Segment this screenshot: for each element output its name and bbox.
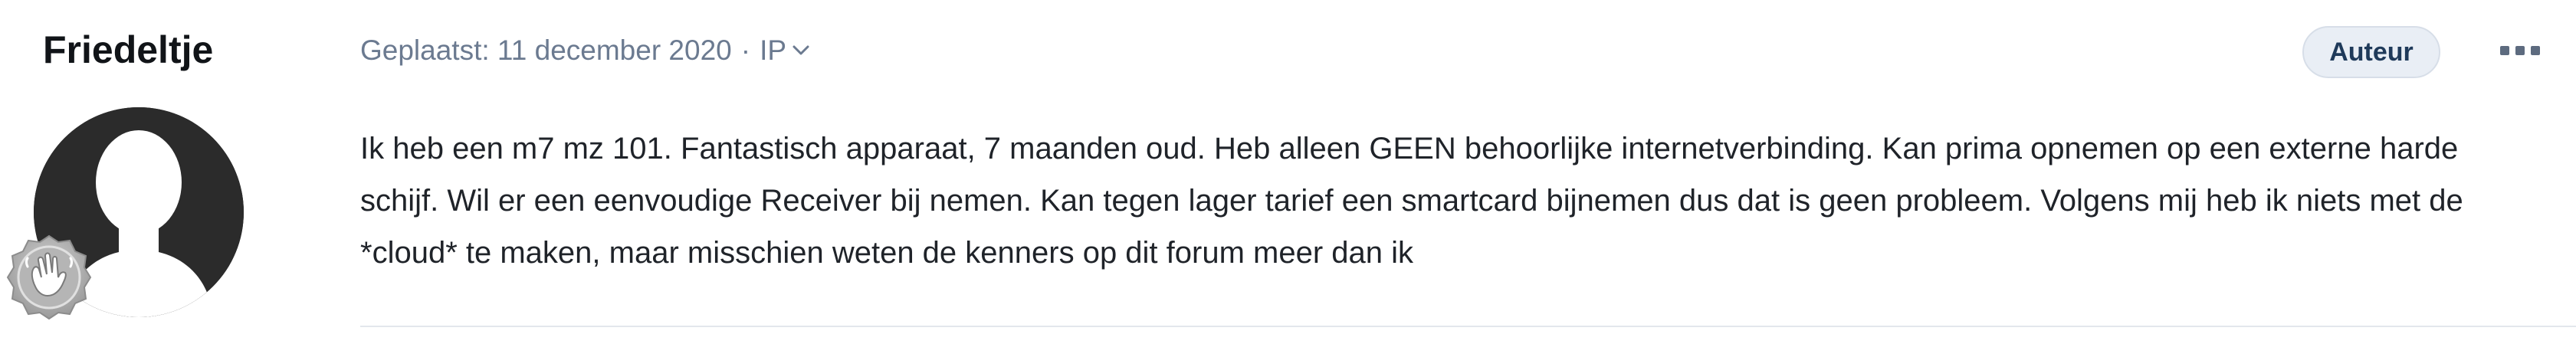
post-body-line: schijf. Wil er een eenvoudige Receiver b… [360, 184, 2463, 218]
rank-badge [5, 233, 94, 322]
meta-separator: · [740, 34, 751, 66]
post-body-line: *cloud* te maken, maar misschien weten d… [360, 236, 1414, 270]
ellipsis-icon [2500, 46, 2540, 55]
post-body-line: Ik heb een m7 mz 101. Fantastisch appara… [360, 132, 2459, 165]
post-divider [360, 326, 2576, 327]
ip-dropdown[interactable]: IP [760, 31, 809, 70]
more-options-button[interactable] [2499, 35, 2542, 66]
post-body: Ik heb een m7 mz 101. Fantastisch appara… [360, 123, 2568, 279]
post-meta: Geplaatst: 11 december 2020 · IP [360, 31, 809, 70]
author-badge: Auteur [2302, 26, 2440, 78]
author-name[interactable]: Friedeltje [43, 23, 213, 77]
post-date[interactable]: Geplaatst: 11 december 2020 [360, 31, 732, 70]
ip-label: IP [760, 34, 787, 66]
chevron-down-icon [792, 45, 809, 55]
waving-hand-badge-icon [6, 234, 92, 320]
forum-post: Friedeltje Geplaatst: 11 december 2020 ·… [0, 0, 2576, 344]
